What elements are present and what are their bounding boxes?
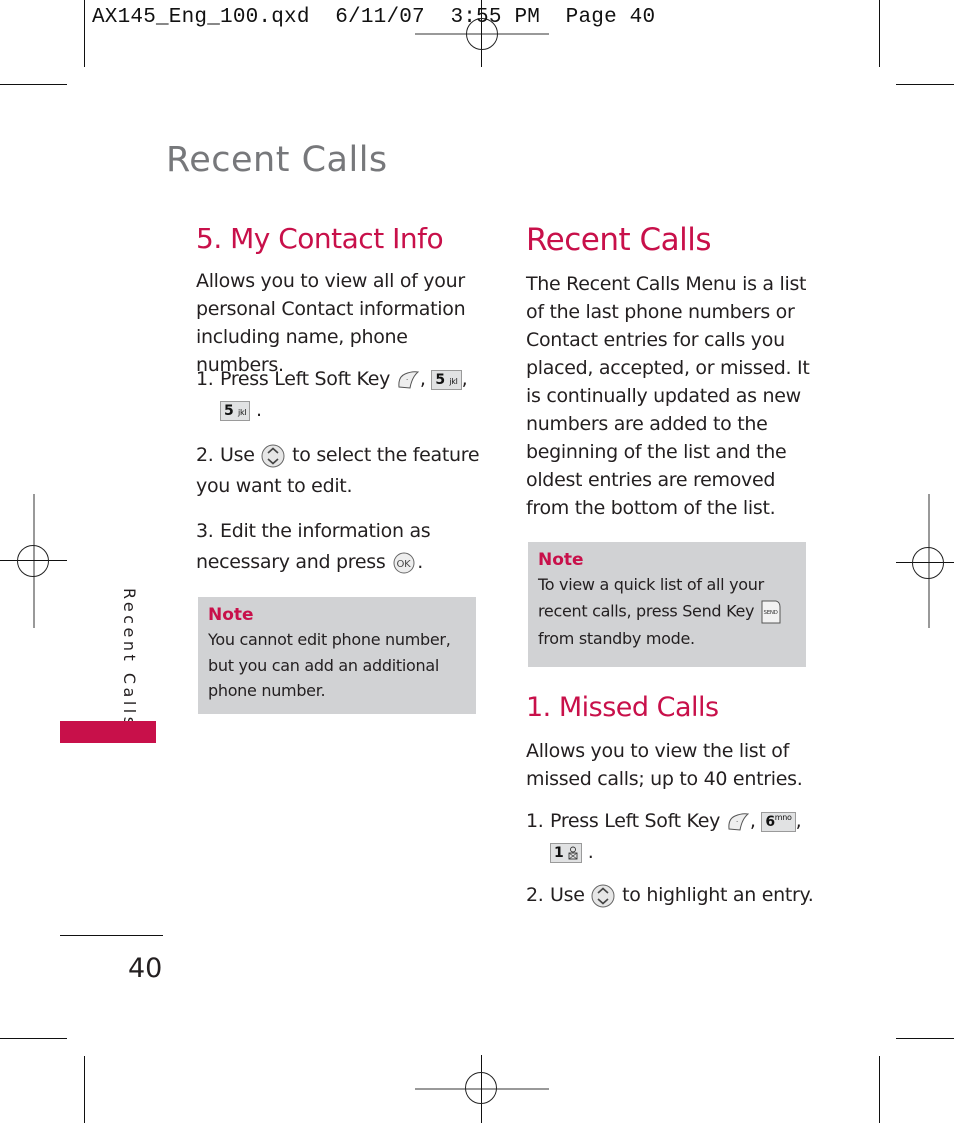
svg-text:OK: OK — [397, 559, 412, 570]
print-slug: AX145_Eng_100.qxd 6/11/07 3:55 PM Page 4… — [92, 6, 656, 29]
my-contact-info-intro: Allows you to view all of your personal … — [196, 270, 466, 376]
svg-text:·: · — [736, 818, 738, 826]
section-heading-recent-calls: Recent Calls — [526, 222, 712, 258]
svg-text:SEND: SEND — [763, 610, 777, 616]
crop-mark — [84, 0, 86, 67]
left-soft-key-icon: · — [398, 370, 420, 389]
key-5-jkl-icon: 5 jkl — [431, 369, 462, 390]
crop-mark — [879, 1056, 881, 1123]
note-title: Note — [208, 605, 254, 625]
crop-mark — [879, 0, 881, 67]
note-box-contact-info: Note You cannot edit phone number, but y… — [198, 597, 476, 714]
send-key-icon: SEND — [761, 600, 781, 623]
footer-rule — [60, 935, 163, 937]
step-1: 1. Press Left Soft Key ·, 5 jkl, 5 jkl . — [196, 368, 468, 421]
nav-up-down-key-icon — [261, 444, 285, 467]
missed-step-1: 1. Press Left Soft Key ·, 6mno, 1 . — [526, 810, 802, 863]
key-5-jkl-icon: 5 jkl — [220, 400, 251, 421]
crop-mark — [0, 84, 67, 86]
running-title: Recent Calls — [166, 140, 388, 180]
recent-calls-intro: The Recent Calls Menu is a list of the l… — [526, 273, 810, 519]
missed-calls-intro: Allows you to view the list of missed ca… — [526, 740, 803, 790]
section-heading-my-contact-info: 5. My Contact Info — [196, 222, 444, 255]
crop-mark — [896, 84, 954, 86]
crop-mark — [896, 1038, 954, 1040]
step-3: 3. Edit the information as necessary and … — [196, 520, 431, 573]
key-1-voicemail-icon: 1 — [550, 842, 583, 863]
crop-mark — [0, 1038, 67, 1040]
side-tab-marker — [60, 721, 156, 743]
page-number: 40 — [128, 953, 163, 984]
ok-key-icon: OK — [393, 552, 415, 573]
note-box-recent-calls: Note To view a quick list of all your re… — [528, 542, 806, 667]
note-text: You cannot edit phone number, but you ca… — [208, 630, 451, 700]
note-text: To view a quick list of all your recent … — [538, 572, 796, 651]
nav-up-down-key-icon — [591, 884, 615, 907]
crop-mark — [84, 1056, 86, 1123]
left-soft-key-icon: · — [728, 812, 750, 831]
key-6-mno-icon: 6mno — [761, 811, 796, 832]
svg-text:·: · — [406, 376, 408, 384]
step-2: 2. Use to select the feature you want to … — [196, 444, 480, 497]
note-title: Note — [538, 550, 584, 570]
side-tab-label: Recent Calls — [120, 588, 139, 729]
missed-step-2: 2. Use to highlight an entry. — [526, 880, 826, 911]
section-heading-missed-calls: 1. Missed Calls — [526, 692, 719, 723]
